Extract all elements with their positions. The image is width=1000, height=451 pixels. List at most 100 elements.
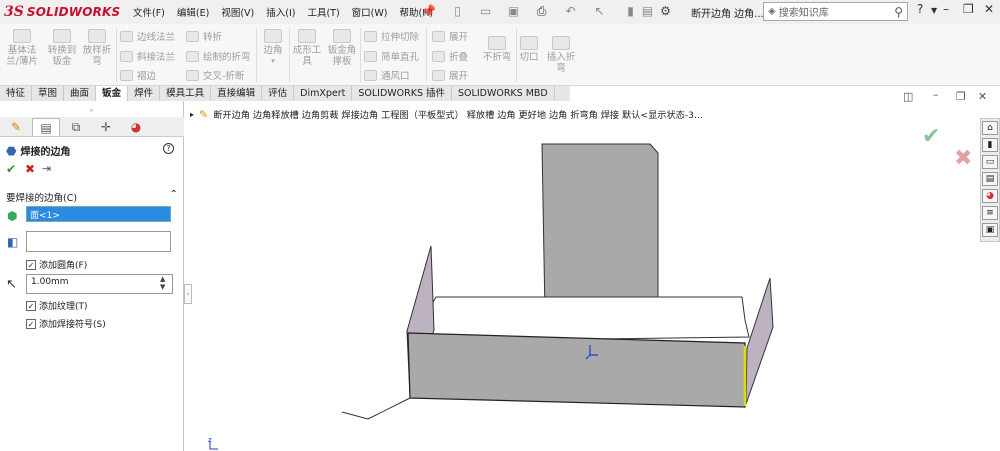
- corners-button[interactable]: 边角 ▾: [260, 29, 286, 67]
- panel-grip[interactable]: ⚬: [88, 106, 95, 115]
- solidworks-logo[interactable]: 3S SOLIDWORKS: [4, 3, 120, 21]
- fillet-radius-input[interactable]: 1.00mm: [26, 274, 173, 294]
- checkbox-checked-icon: ✓: [26, 318, 36, 329]
- convert-to-sheetmetal-button[interactable]: 转换到钣金: [44, 29, 80, 67]
- help-button[interactable]: ?: [917, 2, 923, 16]
- flatten-button[interactable]: 展开: [432, 68, 468, 82]
- undo-icon[interactable]: ↶: [563, 4, 578, 18]
- display-manager-tab-icon[interactable]: ◕: [122, 118, 150, 136]
- hem-button[interactable]: 褶边: [120, 68, 156, 82]
- logo-text: SOLIDWORKS: [26, 5, 121, 19]
- breadcrumb-arrow-icon[interactable]: ▸: [190, 110, 194, 119]
- simple-hole-button[interactable]: 简单直孔: [364, 49, 419, 63]
- edge-flange-button[interactable]: 边线法兰: [120, 29, 175, 43]
- vent-button[interactable]: 通风口: [364, 68, 410, 82]
- minimize-icon[interactable]: –: [943, 2, 949, 16]
- tab-evaluate[interactable]: 评估: [262, 86, 295, 101]
- stop-face-selection-list[interactable]: [26, 231, 171, 252]
- rip-button[interactable]: 切口: [519, 36, 539, 63]
- knowledge-search-input[interactable]: ◈ 搜索知识库 ⚲: [763, 2, 908, 21]
- menu-tools[interactable]: 工具(T): [307, 5, 339, 19]
- print-icon[interactable]: ⎙: [534, 4, 549, 18]
- resources-icon[interactable]: ▮: [982, 138, 998, 152]
- section-header[interactable]: 要焊接的边角(C) ⌃: [6, 189, 178, 204]
- base-flange-button[interactable]: 基体法兰/薄片: [4, 29, 40, 67]
- faces-selection-list[interactable]: 面<1>: [26, 206, 171, 222]
- forming-tool-button[interactable]: 成形工具: [292, 29, 322, 67]
- tab-addins[interactable]: SOLIDWORKS 插件: [352, 86, 453, 101]
- tab-features[interactable]: 特征: [0, 86, 33, 101]
- help-dropdown-icon[interactable]: ▼: [931, 6, 937, 15]
- manager-tabs: ✎ ▤ ⧉ ✛ ◕: [0, 117, 184, 137]
- open-icon[interactable]: ▭: [478, 4, 493, 18]
- menu-edit[interactable]: 编辑(E): [177, 5, 209, 19]
- config-manager-tab-icon[interactable]: ⧉: [62, 118, 90, 136]
- insert-bends-icon: [552, 36, 570, 50]
- fold-button[interactable]: 折叠: [432, 49, 468, 63]
- no-bends-button[interactable]: 不折弯: [480, 36, 514, 63]
- menu-file[interactable]: 文件(F): [133, 5, 165, 19]
- restore-icon[interactable]: ❐: [963, 2, 974, 16]
- keep-visible-pin-icon[interactable]: ⇥: [42, 162, 51, 175]
- tab-sheetmetal[interactable]: 钣金: [96, 86, 129, 101]
- gusset-label: 钣金角撑板: [327, 45, 357, 67]
- property-manager-tab-icon[interactable]: ▤: [32, 118, 60, 136]
- confirm-corner-cancel-icon[interactable]: ✖: [954, 146, 972, 171]
- breadcrumb[interactable]: ▸ ✎ 断开边角 边角释放槽 边角剪裁 焊接边角 工程图（平板型式） 释放槽 边…: [190, 107, 703, 122]
- home-icon[interactable]: ⌂: [982, 121, 998, 135]
- sketch-line: [341, 411, 369, 420]
- lofted-bend-button[interactable]: 放样折弯: [80, 29, 114, 67]
- add-texture-checkbox[interactable]: ✓ 添加纹理(T): [26, 299, 88, 312]
- part-icon: ✎: [199, 107, 209, 121]
- tab-mbd[interactable]: SOLIDWORKS MBD: [452, 86, 555, 101]
- rebuild-icon[interactable]: ▮: [623, 4, 638, 18]
- collapse-chevron-icon[interactable]: ⌃: [170, 189, 178, 200]
- tab-sketch[interactable]: 草图: [32, 86, 65, 101]
- radius-spinner-icon[interactable]: ▲ ▼: [160, 275, 165, 291]
- dimxpert-tab-icon[interactable]: ✛: [92, 118, 120, 136]
- miter-flange-button[interactable]: 斜接法兰: [120, 49, 175, 63]
- menu-view[interactable]: 视图(V): [221, 5, 254, 19]
- viewport-close-icon[interactable]: ✕: [978, 90, 987, 103]
- design-library-icon[interactable]: ▭: [982, 155, 998, 169]
- insert-bends-button[interactable]: 插入折弯: [544, 36, 578, 74]
- file-props-icon[interactable]: ▤: [640, 4, 655, 18]
- forum-icon[interactable]: ▣: [982, 223, 998, 237]
- tab-weldments[interactable]: 焊件: [128, 86, 161, 101]
- options-gear-icon[interactable]: ⚙: [658, 4, 673, 18]
- feature-manager-tab-icon[interactable]: ✎: [2, 118, 30, 136]
- graphics-area[interactable]: z: [184, 101, 976, 451]
- viewport-minimize-icon[interactable]: –: [933, 88, 939, 101]
- appearances-icon[interactable]: ◕: [982, 189, 998, 203]
- face-selection-icon: ⬢: [7, 209, 18, 223]
- file-explorer-icon[interactable]: ▤: [982, 172, 998, 186]
- extruded-cut-button[interactable]: 拉伸切除: [364, 29, 419, 43]
- close-icon[interactable]: ✕: [984, 2, 994, 16]
- tab-mold-tools[interactable]: 模具工具: [160, 86, 212, 101]
- ok-button[interactable]: ✔: [6, 162, 16, 176]
- unfold-button[interactable]: 展开: [432, 29, 468, 43]
- new-doc-icon[interactable]: ▯: [450, 4, 465, 18]
- tab-surfaces[interactable]: 曲面: [64, 86, 97, 101]
- no-bends-icon: [488, 36, 506, 50]
- sketched-bend-button[interactable]: 绘制的折弯: [186, 49, 251, 63]
- menu-insert[interactable]: 插入(I): [266, 5, 295, 19]
- add-fillet-label: 添加圆角(F): [39, 261, 88, 271]
- tab-direct-editing[interactable]: 直接编辑: [211, 86, 263, 101]
- menu-window[interactable]: 窗口(W): [352, 5, 388, 19]
- add-weld-symbol-checkbox[interactable]: ✓ 添加焊接符号(S): [26, 317, 106, 330]
- add-fillet-checkbox[interactable]: ✓ 添加圆角(F): [26, 258, 87, 271]
- search-icon[interactable]: ⚲: [894, 5, 903, 19]
- cross-break-button[interactable]: 交叉-折断: [186, 68, 244, 82]
- custom-properties-icon[interactable]: ≡: [982, 206, 998, 220]
- confirm-corner-ok-icon[interactable]: ✔: [922, 124, 940, 149]
- cancel-button[interactable]: ✖: [25, 162, 35, 176]
- save-icon[interactable]: ▣: [506, 4, 521, 18]
- select-icon[interactable]: ↖: [592, 4, 607, 18]
- pin-menu-icon[interactable]: 📌: [421, 4, 436, 18]
- jog-button[interactable]: 转折: [186, 29, 222, 43]
- sheetmetal-gusset-button[interactable]: 钣金角撑板: [326, 29, 358, 67]
- tab-dimxpert[interactable]: DimXpert: [294, 86, 353, 101]
- flatten-label: 展开: [449, 71, 469, 82]
- help-icon[interactable]: ?: [163, 143, 174, 154]
